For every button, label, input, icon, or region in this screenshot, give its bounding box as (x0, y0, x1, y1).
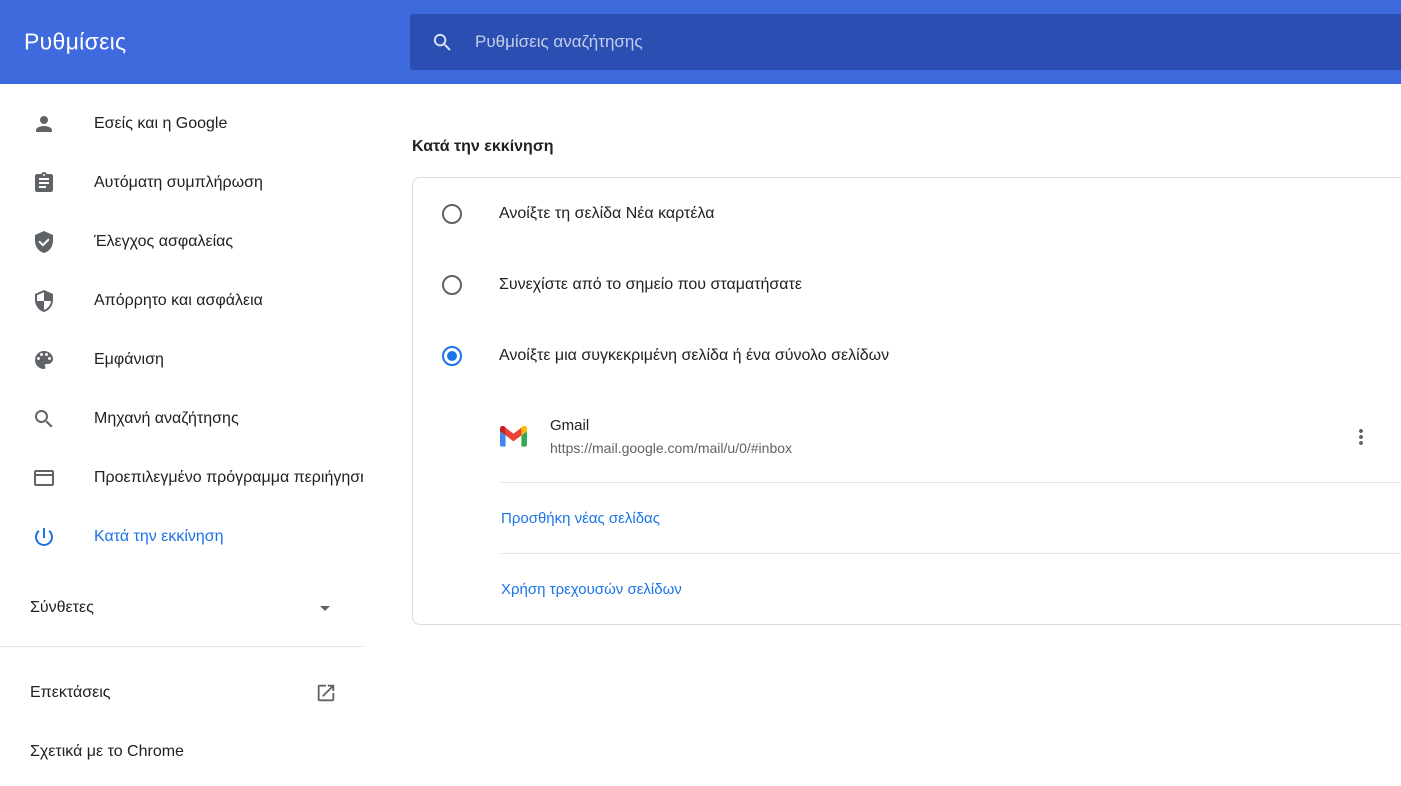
sidebar-item-privacy-security[interactable]: Απόρρητο και ασφάλεια (0, 271, 363, 330)
autofill-icon (32, 171, 56, 195)
page-title: Ρυθμίσεις (24, 29, 126, 56)
radio-button[interactable] (442, 204, 462, 224)
sidebar-item-label: Έλεγχος ασφαλείας (94, 233, 233, 251)
sidebar-item-default-browser[interactable]: Προεπιλεγμένο πρόγραμμα περιήγησης (0, 448, 363, 507)
person-icon (32, 112, 56, 136)
search-input[interactable] (475, 32, 1401, 52)
radio-option-label: Συνεχίστε από το σημείο που σταματήσατε (499, 276, 802, 294)
about-label: Σχετικά με το Chrome (30, 743, 184, 761)
radio-option-open-new-tab[interactable]: Ανοίξτε τη σελίδα Νέα καρτέλα (413, 178, 1401, 249)
radio-option-label: Ανοίξτε μια συγκεκριμένη σελίδα ή ένα σύ… (499, 347, 889, 365)
radio-option-open-specific-pages[interactable]: Ανοίξτε μια συγκεκριμένη σελίδα ή ένα σύ… (413, 320, 1401, 391)
add-new-page-row: Προσθήκη νέας σελίδας (413, 483, 1401, 553)
advanced-label: Σύνθετες (30, 599, 94, 617)
more-options-button[interactable] (1342, 418, 1380, 456)
safety-check-icon (32, 230, 56, 254)
sidebar-item-search-engine[interactable]: Μηχανή αναζήτησης (0, 389, 363, 448)
sidebar-item-label: Αυτόματη συμπλήρωση (94, 174, 263, 192)
sidebar-item-label: Κατά την εκκίνηση (94, 528, 224, 546)
on-startup-card: Ανοίξτε τη σελίδα Νέα καρτέλα Συνεχίστε … (412, 177, 1401, 625)
settings-search-bar[interactable] (410, 14, 1401, 70)
radio-option-continue[interactable]: Συνεχίστε από το σημείο που σταματήσατε (413, 249, 1401, 320)
power-icon (32, 525, 56, 549)
sidebar-item-appearance[interactable]: Εμφάνιση (0, 330, 363, 389)
sidebar-item-extensions[interactable]: Επεκτάσεις (0, 663, 363, 722)
sidebar-item-label: Εμφάνιση (94, 351, 164, 369)
search-icon (431, 31, 454, 54)
sidebar-item-label: Απόρρητο και ασφάλεια (94, 292, 263, 310)
extensions-label: Επεκτάσεις (30, 684, 110, 702)
startup-page-url: https://mail.google.com/mail/u/0/#inbox (550, 440, 792, 456)
sidebar-item-on-startup[interactable]: Κατά την εκκίνηση (0, 507, 363, 566)
open-in-new-icon (315, 682, 337, 704)
startup-page-info: Gmail https://mail.google.com/mail/u/0/#… (550, 417, 792, 456)
use-current-pages-row: Χρήση τρεχουσών σελίδων (413, 554, 1401, 624)
settings-header: Ρυθμίσεις (0, 0, 1401, 84)
main-content: Κατά την εκκίνηση Ανοίξτε τη σελίδα Νέα … (363, 84, 1401, 786)
sidebar-divider (0, 646, 363, 647)
sidebar-item-about-chrome[interactable]: Σχετικά με το Chrome (0, 722, 363, 781)
use-current-pages-link[interactable]: Χρήση τρεχουσών σελίδων (501, 581, 682, 598)
radio-option-label: Ανοίξτε τη σελίδα Νέα καρτέλα (499, 205, 715, 223)
sidebar-item-advanced[interactable]: Σύνθετες (0, 578, 363, 637)
privacy-shield-icon (32, 289, 56, 313)
add-new-page-link[interactable]: Προσθήκη νέας σελίδας (501, 510, 660, 527)
sidebar-item-label: Προεπιλεγμένο πρόγραμμα περιήγησης (94, 469, 363, 487)
sidebar-item-safety-check[interactable]: Έλεγχος ασφαλείας (0, 212, 363, 271)
sidebar: Εσείς και η Google Αυτόματη συμπλήρωση Έ… (0, 84, 363, 786)
sidebar-item-label: Εσείς και η Google (94, 115, 227, 133)
gmail-icon (500, 426, 527, 447)
sidebar-item-autofill[interactable]: Αυτόματη συμπλήρωση (0, 153, 363, 212)
radio-button[interactable] (442, 275, 462, 295)
more-vert-icon (1349, 425, 1373, 449)
section-title: Κατά την εκκίνηση (412, 138, 1401, 156)
sidebar-item-you-and-google[interactable]: Εσείς και η Google (0, 94, 363, 153)
startup-page-row: Gmail https://mail.google.com/mail/u/0/#… (413, 391, 1401, 482)
palette-icon (32, 348, 56, 372)
search-icon (32, 407, 56, 431)
sidebar-item-label: Μηχανή αναζήτησης (94, 410, 239, 428)
chevron-down-icon (313, 596, 337, 620)
radio-button[interactable] (442, 346, 462, 366)
browser-icon (32, 466, 56, 490)
startup-page-name: Gmail (550, 417, 792, 434)
